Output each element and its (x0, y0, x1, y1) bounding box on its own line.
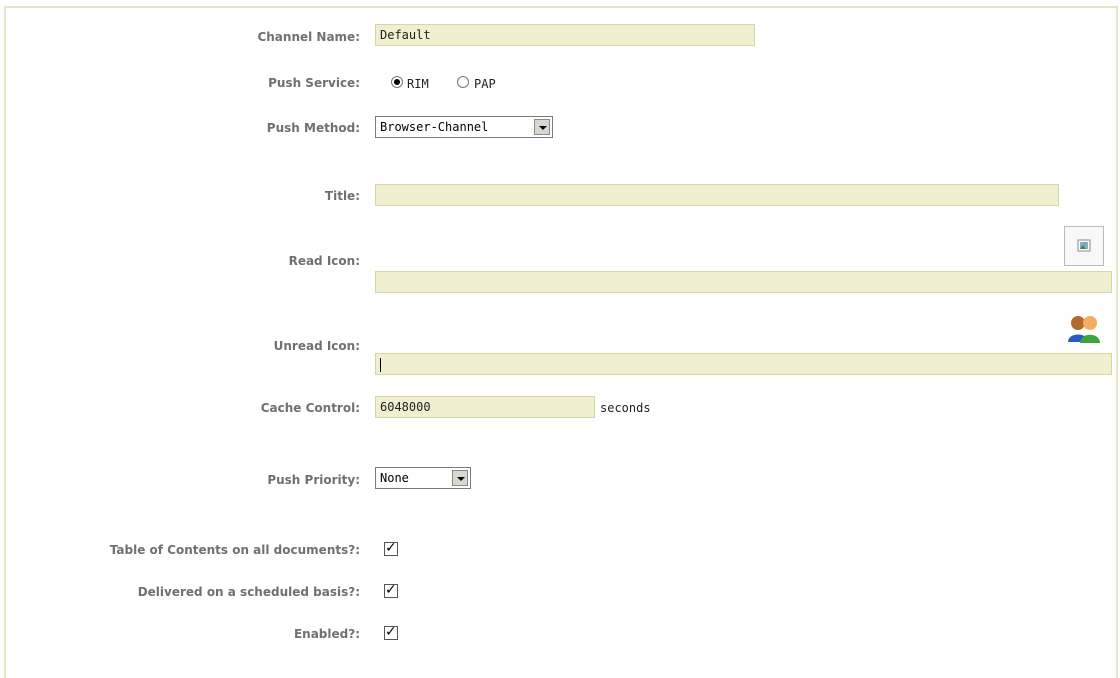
push-method-value: Browser-Channel (380, 120, 489, 134)
scheduled-label: Delivered on a scheduled basis?: (137, 585, 360, 599)
users-icon[interactable] (1061, 312, 1107, 348)
enabled-label: Enabled?: (293, 627, 360, 641)
push-service-rim-label: RIM (407, 77, 429, 91)
push-service-pap-label: PAP (474, 77, 496, 91)
unread-icon-input[interactable] (375, 353, 1112, 375)
push-service-pap-radio[interactable] (457, 76, 469, 88)
push-method-select[interactable]: Browser-Channel (375, 116, 553, 138)
text-cursor (380, 357, 381, 372)
cache-control-unit: seconds (600, 401, 651, 415)
toc-all-docs-label: Table of Contents on all documents?: (109, 543, 360, 557)
enabled-checkbox[interactable] (384, 624, 398, 640)
title-label: Title: (324, 189, 360, 203)
form-panel (4, 6, 1118, 678)
read-icon-input[interactable] (375, 271, 1112, 293)
chevron-down-icon[interactable] (534, 119, 550, 135)
push-priority-label: Push Priority: (267, 473, 360, 487)
channel-name-input[interactable]: Default (375, 24, 755, 46)
push-priority-select[interactable]: None (375, 467, 471, 489)
read-icon-label: Read Icon: (288, 254, 360, 268)
push-priority-value: None (380, 471, 409, 485)
channel-name-label: Channel Name: (257, 30, 360, 44)
unread-icon-label: Unread Icon: (273, 339, 360, 353)
push-service-rim-radio[interactable] (391, 76, 403, 88)
cache-control-input[interactable]: 6048000 (375, 396, 595, 418)
title-input[interactable] (375, 184, 1059, 206)
chevron-down-icon[interactable] (452, 470, 468, 486)
toc-all-docs-checkbox[interactable] (384, 540, 398, 556)
cache-control-label: Cache Control: (260, 401, 360, 415)
image-picker-icon[interactable] (1064, 226, 1104, 266)
scheduled-checkbox[interactable] (384, 582, 398, 598)
push-service-label: Push Service: (268, 76, 360, 90)
push-method-label: Push Method: (266, 121, 360, 135)
